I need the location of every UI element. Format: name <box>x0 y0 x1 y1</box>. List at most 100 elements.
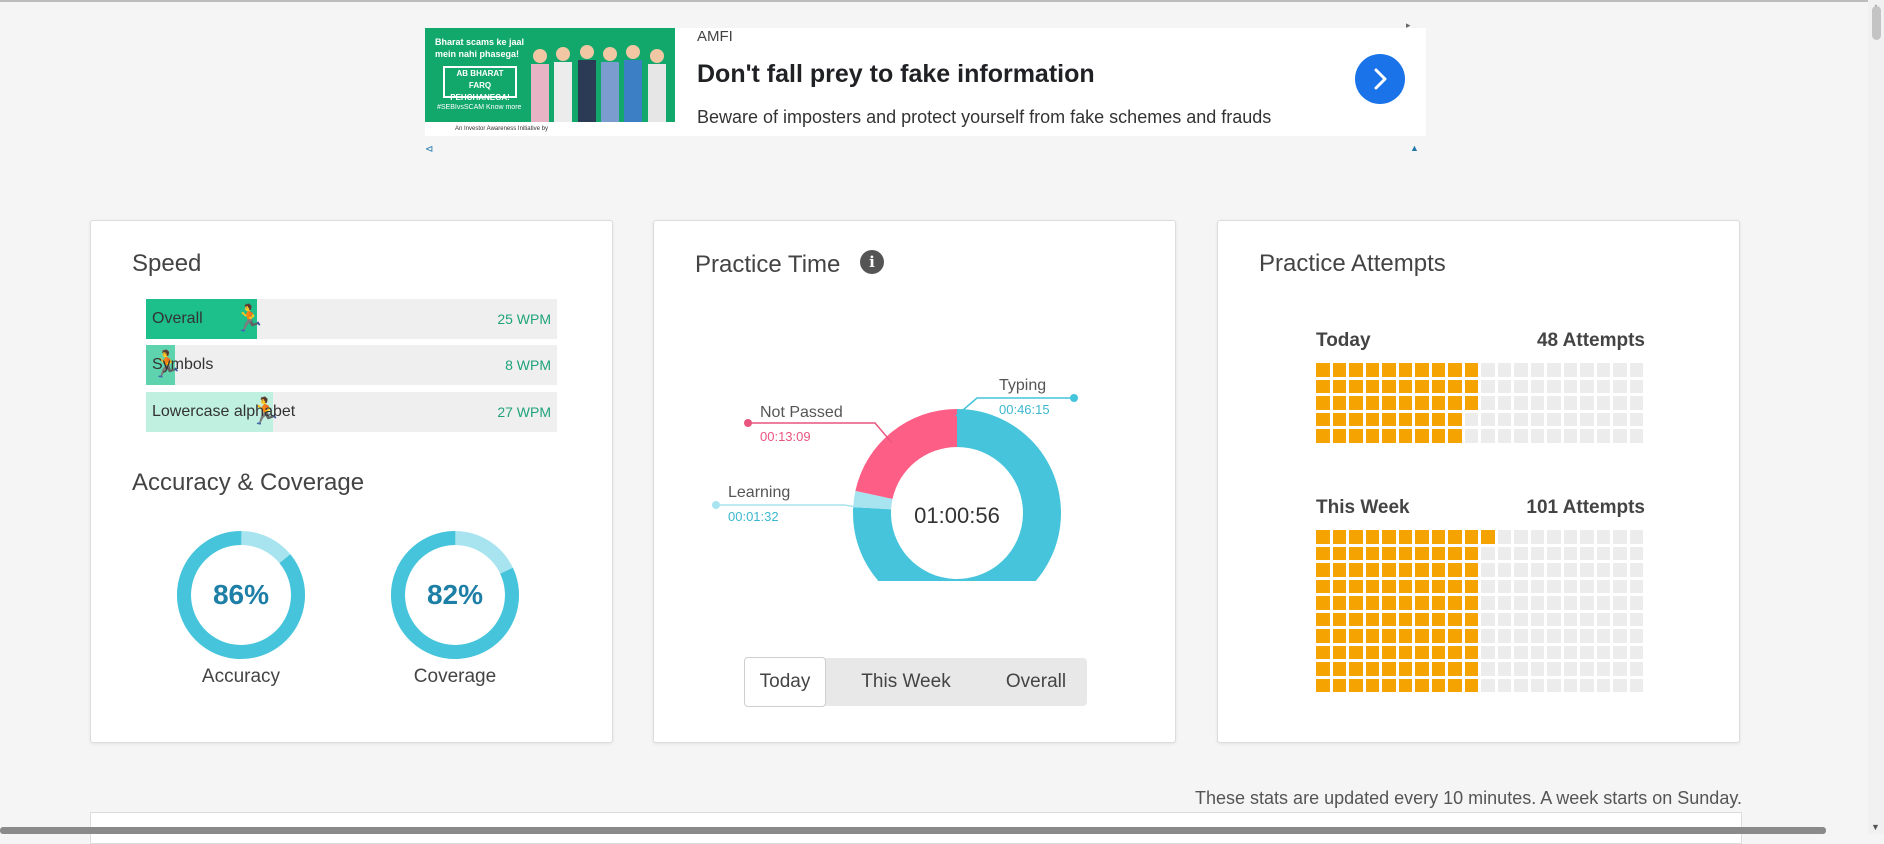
attempt-cell <box>1629 579 1643 593</box>
attempt-cell <box>1629 678 1643 692</box>
attempt-cell <box>1332 612 1346 626</box>
scroll-down-icon[interactable]: ▼ <box>1871 822 1880 832</box>
attempt-cell <box>1332 596 1346 610</box>
attempt-cell <box>1332 363 1346 377</box>
attempt-cell <box>1349 530 1363 544</box>
attempt-cell <box>1547 612 1561 626</box>
attempt-cell <box>1464 412 1478 426</box>
attempt-cell <box>1415 579 1429 593</box>
attempt-cell <box>1398 662 1412 676</box>
attempt-cell <box>1349 546 1363 560</box>
attempt-cell <box>1629 596 1643 610</box>
attempt-cell <box>1514 629 1528 643</box>
attempt-cell <box>1613 379 1627 393</box>
attempt-cell <box>1365 678 1379 692</box>
attempt-cell <box>1497 412 1511 426</box>
attempt-cell <box>1497 379 1511 393</box>
attempt-cell <box>1497 563 1511 577</box>
attempt-cell <box>1530 396 1544 410</box>
attempt-cell <box>1415 379 1429 393</box>
attempt-cell <box>1481 412 1495 426</box>
attempt-cell <box>1316 396 1330 410</box>
attempt-cell <box>1431 363 1445 377</box>
tab-this-week[interactable]: This Week <box>846 658 966 706</box>
attempt-cell <box>1580 612 1594 626</box>
attempt-cell <box>1613 530 1627 544</box>
attempt-cell <box>1349 579 1363 593</box>
ad-title[interactable]: Don't fall prey to fake information <box>697 60 1095 89</box>
tab-today[interactable]: Today <box>744 657 826 707</box>
attempt-cell <box>1349 629 1363 643</box>
attempt-cell <box>1547 429 1561 443</box>
ad-brand[interactable]: AMFI <box>697 28 733 45</box>
attempt-cell <box>1530 429 1544 443</box>
attempt-cell <box>1415 629 1429 643</box>
attempt-cell <box>1580 563 1594 577</box>
attempt-cell <box>1497 530 1511 544</box>
attempt-cell <box>1563 596 1577 610</box>
attempt-cell <box>1530 563 1544 577</box>
vertical-scrollbar[interactable]: ▲ ▼ <box>1868 0 1884 834</box>
ad-info-icon[interactable]: ⊲ <box>425 144 433 155</box>
attempt-cell <box>1431 429 1445 443</box>
attempt-cell <box>1398 379 1412 393</box>
attempt-cell <box>1613 546 1627 560</box>
attempt-cell <box>1596 396 1610 410</box>
attempt-cell <box>1613 662 1627 676</box>
attempt-cell <box>1613 596 1627 610</box>
attempt-cell <box>1481 662 1495 676</box>
attempt-cell <box>1596 530 1610 544</box>
attempt-cell <box>1596 546 1610 560</box>
attempt-cell <box>1431 412 1445 426</box>
attempt-cell <box>1349 363 1363 377</box>
attempt-cell <box>1580 596 1594 610</box>
attempt-cell <box>1481 530 1495 544</box>
attempt-cell <box>1398 563 1412 577</box>
ad-close-icon[interactable]: ▲ <box>1410 143 1419 153</box>
attempt-cell <box>1398 396 1412 410</box>
attempt-cell <box>1464 678 1478 692</box>
info-icon[interactable]: i <box>860 250 884 274</box>
attempt-cell <box>1547 530 1561 544</box>
attempt-cell <box>1415 678 1429 692</box>
top-border <box>0 0 1868 2</box>
attempt-cell <box>1563 530 1577 544</box>
runner-icon: 🏃 <box>232 303 266 333</box>
attempt-cell <box>1514 546 1528 560</box>
ad-go-button[interactable] <box>1355 54 1405 104</box>
learning-label: Learning <box>728 484 790 501</box>
attempt-cell <box>1481 596 1495 610</box>
attempt-cell <box>1448 629 1462 643</box>
typing-leader-dot <box>1070 394 1078 402</box>
attempt-cell <box>1316 563 1330 577</box>
not-passed-time: 00:13:09 <box>760 429 811 444</box>
attempt-cell <box>1431 396 1445 410</box>
tab-overall[interactable]: Overall <box>986 658 1086 706</box>
horizontal-scrollbar[interactable] <box>0 827 1826 834</box>
attempt-cell <box>1580 363 1594 377</box>
scrollbar-thumb[interactable] <box>1872 6 1881 40</box>
ad-image-badge: AB BHARAT FARQ PEHCHANEGA! <box>443 66 517 102</box>
ad-subtitle[interactable]: Beware of imposters and protect yourself… <box>697 107 1271 128</box>
attempt-cell <box>1332 530 1346 544</box>
attempt-cell <box>1349 645 1363 659</box>
ad-banner[interactable]: Bharat scams ke jaal mein nahi phasega! … <box>425 28 1426 136</box>
attempt-cell <box>1547 563 1561 577</box>
attempt-cell <box>1431 579 1445 593</box>
ad-image[interactable]: Bharat scams ke jaal mein nahi phasega! … <box>425 28 675 136</box>
attempt-cell <box>1514 662 1528 676</box>
speed-bar-label: Lowercase alphabet <box>152 403 296 420</box>
attempt-cell <box>1629 363 1643 377</box>
attempt-cell <box>1332 579 1346 593</box>
attempt-cell <box>1596 662 1610 676</box>
attempt-cell <box>1514 429 1528 443</box>
accuracy-gauge: 86% Accuracy <box>174 528 308 687</box>
today-attempts-label: Today <box>1316 330 1371 351</box>
attempt-cell <box>1349 662 1363 676</box>
attempt-cell <box>1382 645 1396 659</box>
attempt-cell <box>1497 645 1511 659</box>
attempt-cell <box>1382 429 1396 443</box>
attempt-cell <box>1464 379 1478 393</box>
attempt-cell <box>1497 429 1511 443</box>
attempt-cell <box>1613 612 1627 626</box>
